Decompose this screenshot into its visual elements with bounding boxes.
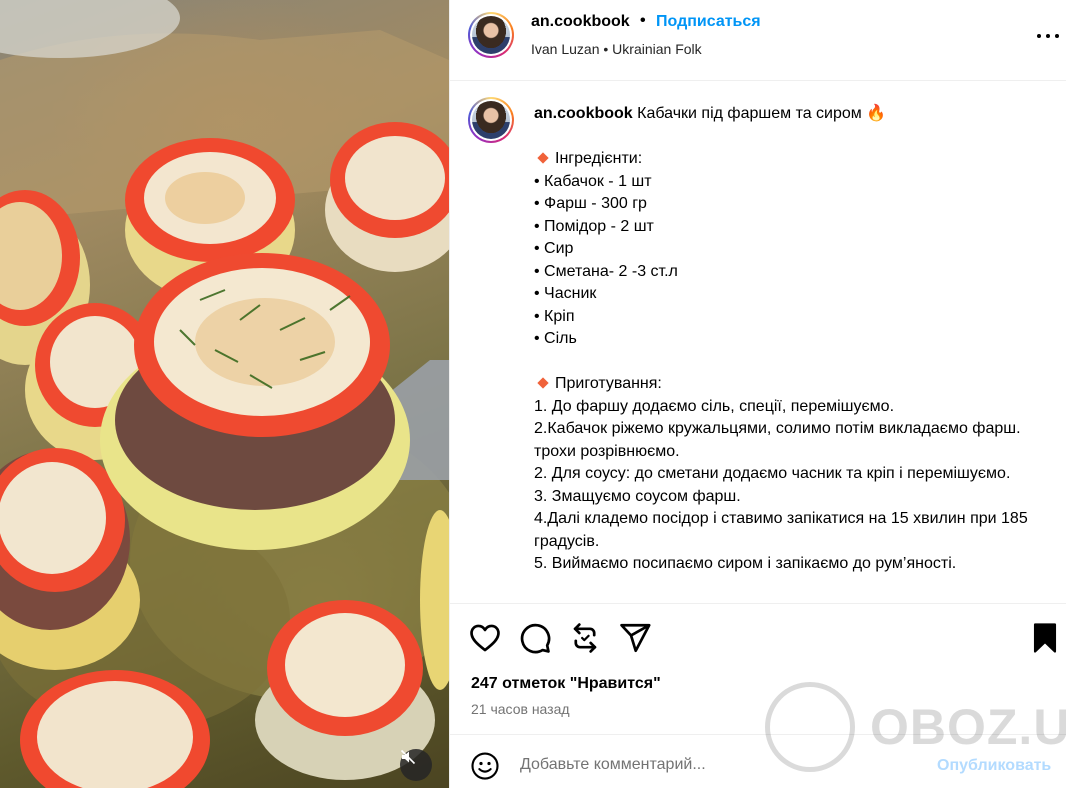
step-item: 2. Для соусу: до сметани додаємо часник … [534, 465, 1011, 482]
step-item: 4.Далі кладемо посідор і ставимо запікат… [534, 510, 1028, 550]
more-options-icon [1037, 34, 1041, 38]
caption-title: Кабачки під фаршем та сиром [637, 105, 862, 122]
mute-icon [400, 749, 416, 765]
like-button[interactable] [468, 621, 502, 655]
comment-icon [520, 623, 551, 654]
step-item: 2.Кабачок ріжемо кружальцями, солимо пот… [534, 420, 1021, 460]
step-item: 3. Змащуємо соусом фарш. [534, 487, 741, 505]
bookmark-icon [1033, 623, 1057, 653]
audio-track[interactable]: Ivan Luzan • Ukrainian Folk [531, 41, 702, 57]
follow-button[interactable]: Подписаться [656, 13, 761, 31]
caption: an.cookbook Кабачки під фаршем та сиром … [534, 103, 1054, 576]
repost-icon [573, 623, 597, 653]
publish-button[interactable]: Опубликовать [937, 757, 1051, 775]
ingredient-item: • Кабачок - 1 шт [534, 172, 652, 190]
ingredients-heading: Інгредієнти: [555, 150, 643, 167]
comment-bar: Опубликовать [450, 736, 1066, 788]
diamond-icon [537, 152, 549, 164]
avatar-photo [472, 101, 510, 139]
ingredient-item: • Сметана- 2 -3 ст.л [534, 262, 678, 280]
ingredient-item: • Помідор - 2 шт [534, 217, 654, 235]
post-media[interactable] [0, 0, 449, 788]
ingredient-item: • Сіль [534, 330, 577, 347]
avatar-photo [472, 16, 510, 54]
comment-button[interactable] [518, 621, 552, 655]
mute-button[interactable] [400, 749, 432, 781]
steps-heading: Приготування: [555, 375, 662, 392]
ingredient-item: • Кріп [534, 307, 575, 325]
heart-icon [470, 624, 500, 652]
caption-scroll-area[interactable]: an.cookbook Кабачки під фаршем та сиром … [450, 81, 1066, 603]
caption-username[interactable]: an.cookbook [534, 105, 633, 122]
ingredient-item: • Сир [534, 240, 574, 257]
step-item: 1. До фаршу додаємо сіль, спеції, перемі… [534, 397, 895, 415]
diamond-icon [537, 377, 549, 389]
repost-button[interactable] [568, 621, 602, 655]
post-panel: an.cookbook • Подписаться Ivan Luzan • U… [449, 0, 1066, 788]
author-username[interactable]: an.cookbook [531, 13, 630, 31]
send-icon [620, 623, 651, 653]
author-avatar[interactable] [468, 12, 514, 58]
more-options-button[interactable] [1036, 26, 1062, 46]
food-photo [0, 0, 449, 788]
fire-emoji: 🔥 [866, 105, 887, 122]
header-separator: • [640, 12, 646, 29]
post-actions: OBOZ.UA 247 отметок "Нравится" 21 часов … [450, 603, 1066, 772]
emoji-icon [471, 752, 499, 780]
caption-avatar[interactable] [468, 97, 514, 143]
post-header: an.cookbook • Подписаться Ivan Luzan • U… [450, 0, 1066, 81]
comment-input[interactable] [520, 754, 920, 776]
ingredient-item: • Часник [534, 285, 597, 302]
share-button[interactable] [618, 621, 652, 655]
ingredient-item: • Фарш - 300 гр [534, 195, 647, 212]
likes-count[interactable]: 247 отметок "Нравится" [471, 675, 661, 693]
post-timestamp[interactable]: 21 часов назад [471, 701, 570, 717]
save-button[interactable] [1028, 621, 1062, 655]
emoji-button[interactable] [470, 751, 500, 781]
step-item: 5. Виймаємо посипаємо сиром і запікаємо … [534, 555, 957, 572]
